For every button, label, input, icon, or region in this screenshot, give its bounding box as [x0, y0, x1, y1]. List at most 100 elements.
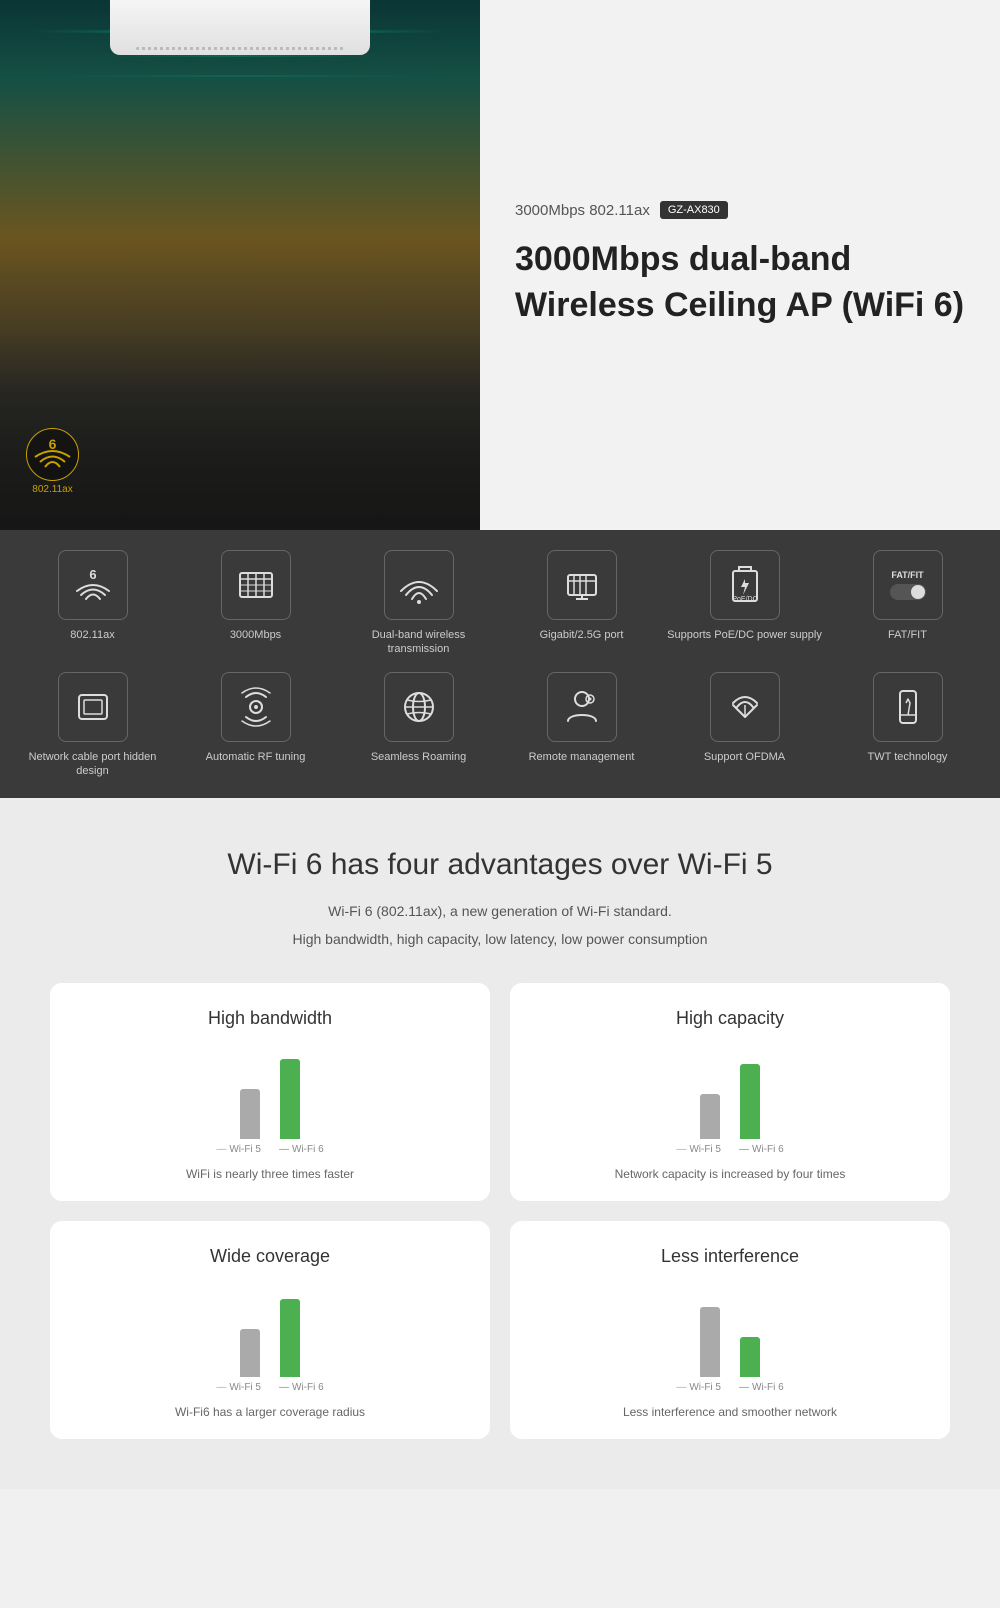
feature-poe: PoE/DC Supports PoE/DC power supply	[667, 550, 822, 657]
feature-icon-box-speed	[221, 550, 291, 620]
svg-text:6: 6	[49, 436, 57, 452]
feature-speed: 3000Mbps	[178, 550, 333, 657]
wifi6-desc-line2: High bandwidth, high capacity, low laten…	[50, 925, 950, 953]
feature-label-gigabit: Gigabit/2.5G port	[540, 628, 624, 642]
chart-labels-bandwidth: —Wi-Fi 5 —Wi-Fi 6	[70, 1144, 470, 1155]
wifi6ax-icon: 6	[71, 563, 115, 607]
features-bar: 6 802.11ax 300	[0, 530, 1000, 798]
wifi6-desc-line1: Wi-Fi 6 (802.11ax), a new generation of …	[50, 897, 950, 925]
advantages-grid: High bandwidth —Wi-Fi 5 —Wi-Fi 6 WiFi is…	[50, 983, 950, 1439]
bar-wifi6-coverage	[280, 1299, 300, 1377]
bar-chart-coverage	[70, 1287, 470, 1377]
feature-gigabit: Gigabit/2.5G port	[504, 550, 659, 657]
bar-wifi5-coverage	[240, 1329, 260, 1377]
ceiling-ap-device	[110, 0, 370, 55]
advantage-desc-interference: Less interference and smoother network	[530, 1405, 930, 1419]
feature-label-dualband: Dual-band wireless transmission	[341, 628, 496, 657]
model-badge: GZ-AX830	[660, 201, 728, 219]
product-speed: 3000Mbps 802.11ax	[515, 202, 650, 219]
ofdma-icon	[723, 685, 767, 729]
feature-dualband: Dual-band wireless transmission	[341, 550, 496, 657]
remote-icon	[560, 685, 604, 729]
label-wifi6-capacity: —Wi-Fi 6	[739, 1144, 784, 1155]
advantage-desc-bandwidth: WiFi is nearly three times faster	[70, 1167, 470, 1181]
feature-icon-box-twt	[873, 672, 943, 742]
feature-icon-box-wifi6ax: 6	[58, 550, 128, 620]
bar-wifi5-bandwidth	[240, 1089, 260, 1139]
feature-icon-box-rf	[221, 672, 291, 742]
hero-info: 3000Mbps 802.11ax GZ-AX830 3000Mbps dual…	[480, 0, 1000, 530]
hidden-port-icon	[71, 685, 115, 729]
feature-rf: Automatic RF tuning	[178, 672, 333, 779]
feature-roaming: Seamless Roaming	[341, 672, 496, 779]
label-wifi5-interference: —Wi-Fi 5	[676, 1382, 721, 1393]
hero-image: 6 802.11ax	[0, 0, 480, 530]
bar-chart-interference	[530, 1287, 930, 1377]
bar-wifi6-capacity	[740, 1064, 760, 1139]
feature-twt: TWT technology	[830, 672, 985, 779]
chart-labels-coverage: —Wi-Fi 5 —Wi-Fi 6	[70, 1382, 470, 1393]
advantage-card-capacity: High capacity —Wi-Fi 5 —Wi-Fi 6 Network …	[510, 983, 950, 1201]
wifi6-badge: 6 802.11ax	[25, 427, 80, 495]
gigabit-icon	[560, 563, 604, 607]
feature-icon-box-dualband	[384, 550, 454, 620]
bar-wifi5-interference	[700, 1307, 720, 1377]
feature-label-poe: Supports PoE/DC power supply	[667, 628, 822, 642]
feature-icon-box-fatfit: FAT/FIT	[873, 550, 943, 620]
features-row1: 6 802.11ax 300	[15, 550, 985, 657]
label-wifi6-coverage: —Wi-Fi 6	[279, 1382, 324, 1393]
feature-icon-box-gigabit	[547, 550, 617, 620]
chart-labels-interference: —Wi-Fi 5 —Wi-Fi 6	[530, 1382, 930, 1393]
wifi6-section: Wi-Fi 6 has four advantages over Wi-Fi 5…	[0, 798, 1000, 1489]
chart-labels-capacity: —Wi-Fi 5 —Wi-Fi 6	[530, 1144, 930, 1155]
svg-text:PoE/DC: PoE/DC	[732, 596, 757, 603]
bar-wifi6-interference	[740, 1337, 760, 1377]
dualband-icon	[397, 563, 441, 607]
advantage-desc-coverage: Wi-Fi6 has a larger coverage radius	[70, 1405, 470, 1419]
speed-icon	[234, 563, 278, 607]
feature-label-remote: Remote management	[529, 750, 635, 764]
feature-icon-box-hidden	[58, 672, 128, 742]
feature-label-wifi6ax: 802.11ax	[70, 628, 114, 642]
label-wifi6-interference: —Wi-Fi 6	[739, 1382, 784, 1393]
feature-label-roaming: Seamless Roaming	[371, 750, 466, 764]
wifi-standard-label: 802.11ax	[32, 484, 72, 495]
feature-ofdma: Support OFDMA	[667, 672, 822, 779]
feature-wifi6ax: 6 802.11ax	[15, 550, 170, 657]
feature-remote: Remote management	[504, 672, 659, 779]
label-wifi5-coverage: —Wi-Fi 5	[216, 1382, 261, 1393]
poe-icon: PoE/DC	[723, 563, 767, 607]
label-wifi6-bandwidth: —Wi-Fi 6	[279, 1144, 324, 1155]
feature-icon-box-poe: PoE/DC	[710, 550, 780, 620]
product-code-line: 3000Mbps 802.11ax GZ-AX830	[515, 201, 965, 219]
feature-icon-box-roaming	[384, 672, 454, 742]
advantage-card-interference: Less interference —Wi-Fi 5 —Wi-Fi 6 Less…	[510, 1221, 950, 1439]
label-wifi5-capacity: —Wi-Fi 5	[676, 1144, 721, 1155]
feature-fatfit: FAT/FIT FAT/FIT	[830, 550, 985, 657]
bar-chart-capacity	[530, 1049, 930, 1139]
feature-hidden: Network cable port hidden design	[15, 672, 170, 779]
advantage-title-coverage: Wide coverage	[70, 1246, 470, 1267]
advantage-desc-capacity: Network capacity is increased by four ti…	[530, 1167, 930, 1181]
feature-label-rf: Automatic RF tuning	[206, 750, 306, 764]
wifi6-badge-icon: 6	[25, 427, 80, 482]
twt-icon	[886, 685, 930, 729]
bar-chart-bandwidth	[70, 1049, 470, 1139]
bar-wifi6-bandwidth	[280, 1059, 300, 1139]
feature-label-speed: 3000Mbps	[230, 628, 281, 642]
product-title: 3000Mbps dual-band Wireless Ceiling AP (…	[515, 237, 965, 329]
advantage-title-interference: Less interference	[530, 1246, 930, 1267]
wifi6-title: Wi-Fi 6 has four advantages over Wi-Fi 5	[50, 848, 950, 882]
bar-wifi5-capacity	[700, 1094, 720, 1139]
hero-section: 6 802.11ax 3000Mbps 802.11ax GZ-AX830 30…	[0, 0, 1000, 530]
rf-icon	[234, 685, 278, 729]
feature-label-fatfit: FAT/FIT	[888, 628, 927, 642]
feature-label-twt: TWT technology	[868, 750, 948, 764]
roaming-icon	[397, 685, 441, 729]
label-wifi5-bandwidth: —Wi-Fi 5	[216, 1144, 261, 1155]
feature-icon-box-ofdma	[710, 672, 780, 742]
svg-text:6: 6	[89, 567, 96, 582]
advantage-title-capacity: High capacity	[530, 1008, 930, 1029]
features-row2: Network cable port hidden design Automat…	[15, 672, 985, 779]
wifi6-desc: Wi-Fi 6 (802.11ax), a new generation of …	[50, 897, 950, 953]
